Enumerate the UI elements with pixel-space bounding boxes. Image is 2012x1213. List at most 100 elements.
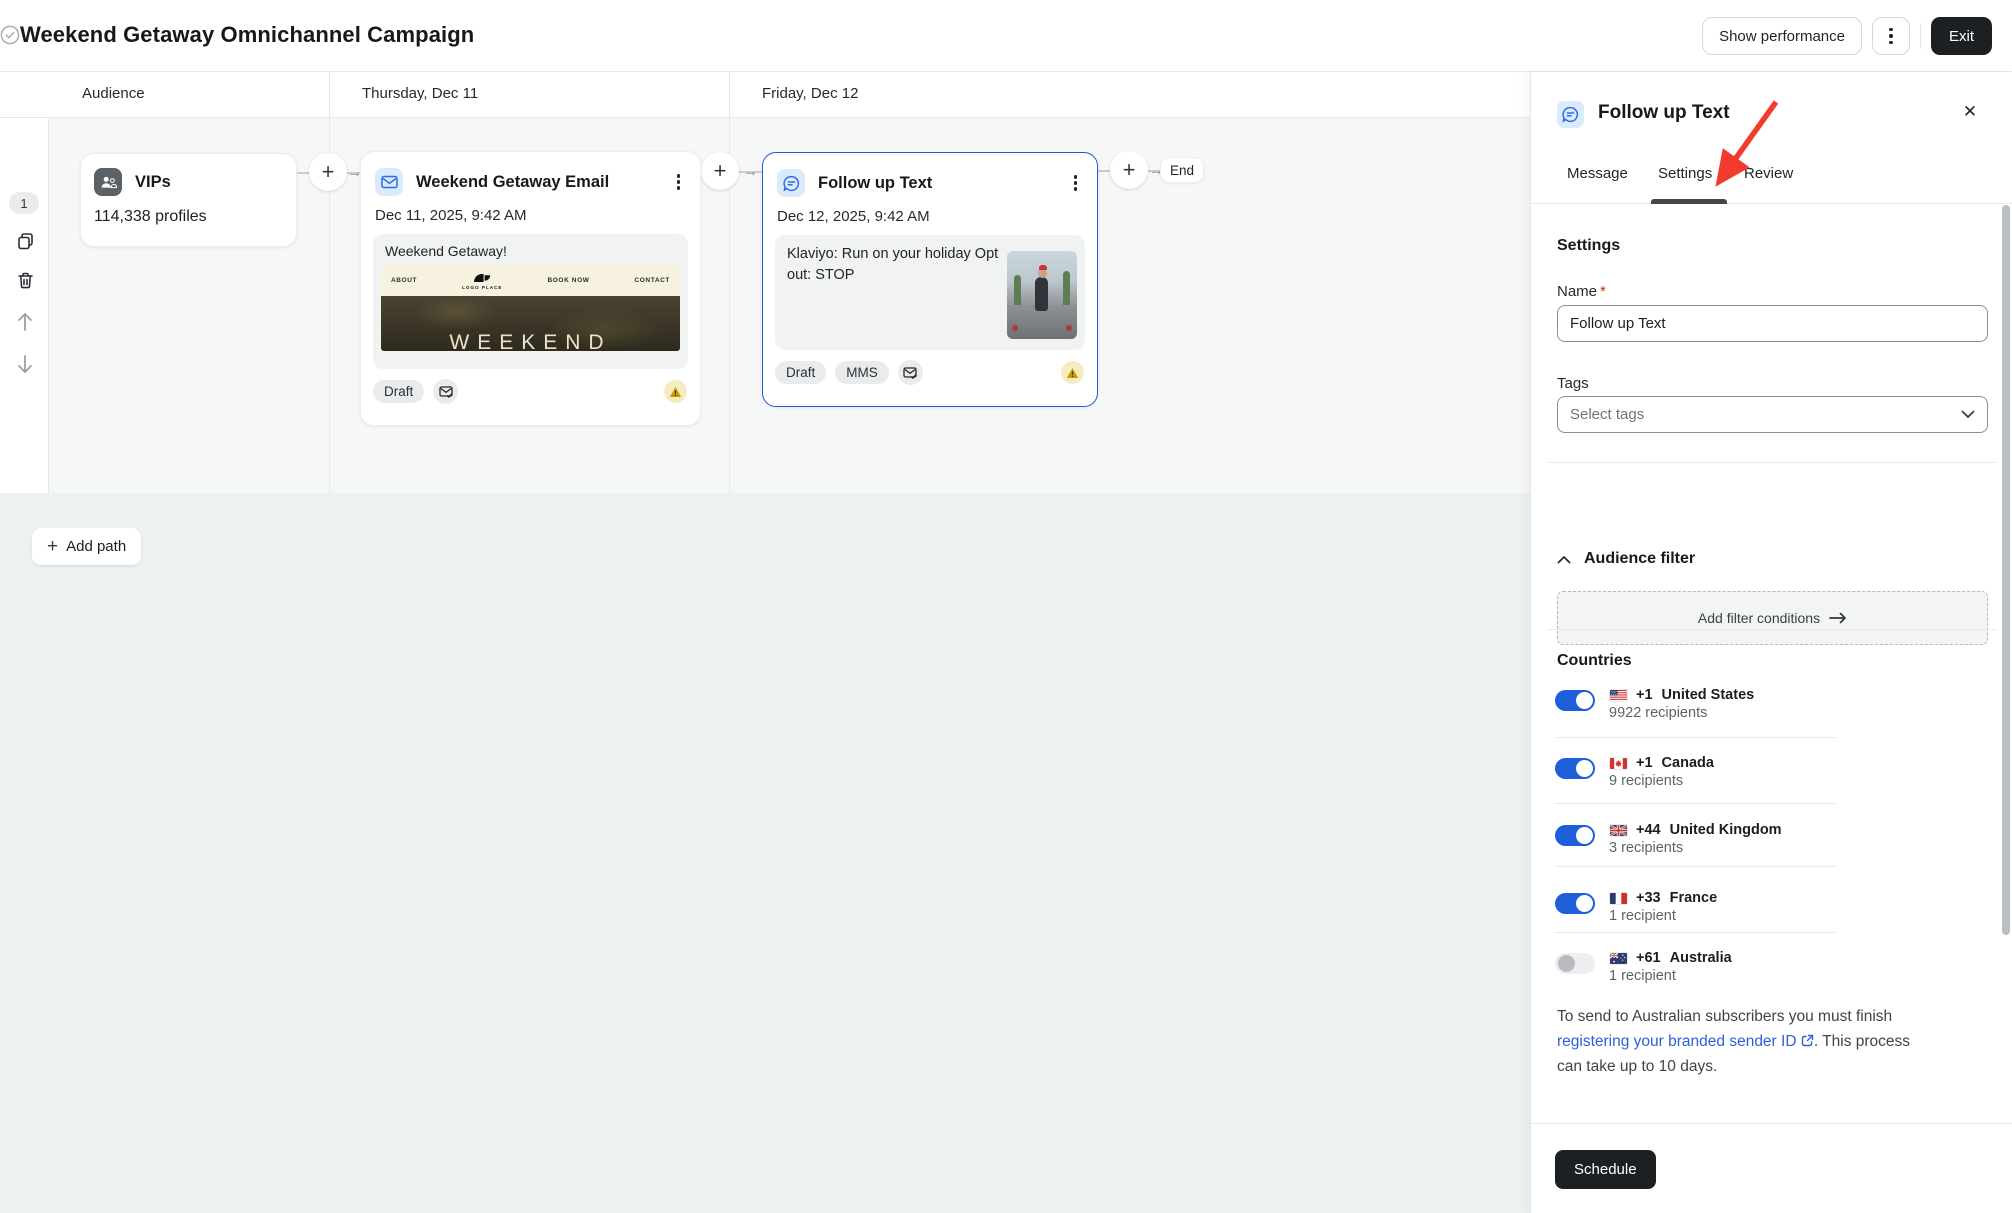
sms-warning-icon bbox=[1061, 361, 1084, 384]
mock-nav-about: ABOUT bbox=[391, 277, 417, 284]
timeline-column-headers: Audience Thursday, Dec 11 Friday, Dec 12 bbox=[0, 72, 1530, 118]
page-title: Weekend Getaway Omnichannel Campaign bbox=[20, 22, 474, 48]
mock-logo-text: LOGO PLACE bbox=[462, 285, 502, 290]
email-delivery-status-icon bbox=[433, 379, 458, 404]
country-dial: +1 bbox=[1636, 687, 1653, 703]
row-divider bbox=[1555, 932, 1836, 933]
sms-status-badge: Draft bbox=[775, 361, 826, 384]
country-toggle-france[interactable] bbox=[1555, 893, 1595, 914]
add-path-label: Add path bbox=[66, 538, 126, 555]
sms-card-title: Follow up Text bbox=[818, 174, 1057, 193]
tags-label: Tags bbox=[1557, 375, 1589, 392]
add-filter-conditions-button[interactable]: Add filter conditions bbox=[1557, 591, 1988, 645]
country-name: Canada bbox=[1662, 755, 1714, 771]
sms-message-text: Klaviyo: Run on your holiday Opt out: ST… bbox=[787, 244, 1005, 286]
email-subject: Weekend Getaway! bbox=[373, 234, 688, 265]
row-divider bbox=[1555, 866, 1836, 867]
active-tab-indicator bbox=[1651, 199, 1727, 204]
sms-icon bbox=[777, 169, 805, 197]
flag-canada bbox=[1610, 758, 1627, 769]
column-header-audience: Audience bbox=[82, 85, 145, 102]
country-toggle-australia[interactable] bbox=[1555, 953, 1595, 974]
branded-sender-id-link[interactable]: registering your branded sender ID bbox=[1557, 1033, 1797, 1050]
panel-scrollbar[interactable] bbox=[2002, 205, 2010, 935]
audience-card-vips[interactable]: VIPs 114,338 profiles bbox=[80, 153, 297, 247]
audience-profile-count: 114,338 profiles bbox=[81, 196, 296, 226]
logo-place-icon bbox=[471, 272, 493, 284]
tab-settings[interactable]: Settings bbox=[1658, 165, 1712, 182]
move-path-down-icon[interactable] bbox=[15, 354, 35, 374]
sms-card-menu-icon[interactable] bbox=[1070, 171, 1082, 195]
tab-review[interactable]: Review bbox=[1744, 165, 1793, 182]
email-hero-image: WEEKEND bbox=[381, 296, 680, 351]
sms-step-card[interactable]: Follow up Text Dec 12, 2025, 9:42 AM Kla… bbox=[762, 152, 1098, 407]
flag-united-kingdom bbox=[1610, 825, 1627, 836]
tags-select[interactable]: Select tags bbox=[1557, 396, 1988, 433]
sms-send-datetime: Dec 12, 2025, 9:42 AM bbox=[763, 197, 1097, 225]
step-settings-panel: Follow up Text ✕ Message Settings Review… bbox=[1530, 72, 2012, 1213]
flag-australia bbox=[1610, 953, 1627, 964]
column-divider bbox=[329, 72, 330, 493]
overflow-menu-button[interactable] bbox=[1872, 17, 1910, 55]
country-recipients: 9 recipients bbox=[1609, 773, 1683, 789]
country-dial: +1 bbox=[1636, 755, 1653, 771]
sms-icon bbox=[1557, 101, 1584, 128]
canvas-empty-area bbox=[0, 493, 1530, 1213]
australia-sender-note: To send to Australian subscribers you mu… bbox=[1557, 1004, 1929, 1079]
schedule-button[interactable]: Schedule bbox=[1555, 1150, 1656, 1189]
toolbar-divider bbox=[1920, 23, 1921, 49]
email-send-datetime: Dec 11, 2025, 9:42 AM bbox=[361, 196, 700, 224]
name-input[interactable] bbox=[1557, 305, 1988, 342]
move-path-up-icon[interactable] bbox=[15, 312, 35, 332]
delete-path-icon[interactable] bbox=[15, 270, 35, 290]
country-recipients: 1 recipient bbox=[1609, 908, 1676, 924]
close-icon[interactable]: ✕ bbox=[1958, 100, 1982, 124]
add-step-button[interactable]: + bbox=[701, 152, 739, 190]
country-recipients: 9922 recipients bbox=[1609, 705, 1707, 721]
audience-filter-label: Audience filter bbox=[1584, 550, 1695, 568]
row-divider bbox=[1555, 803, 1836, 804]
sms-delivery-status-icon bbox=[898, 360, 923, 385]
email-icon bbox=[375, 168, 403, 196]
country-toggle-canada[interactable] bbox=[1555, 758, 1595, 779]
country-dial: +61 bbox=[1636, 950, 1661, 966]
country-dial: +44 bbox=[1636, 822, 1661, 838]
add-step-button[interactable]: + bbox=[309, 153, 347, 191]
flag-united-states bbox=[1610, 690, 1627, 701]
email-card-title: Weekend Getaway Email bbox=[416, 173, 660, 192]
duplicate-path-icon[interactable] bbox=[15, 230, 35, 250]
exit-button[interactable]: Exit bbox=[1931, 17, 1992, 55]
email-preview: Weekend Getaway! ABOUT LOGO PLACE BOOK N… bbox=[373, 234, 688, 369]
sms-type-badge: MMS bbox=[835, 361, 889, 384]
show-performance-button[interactable]: Show performance bbox=[1702, 17, 1862, 55]
countries-heading: Countries bbox=[1557, 652, 1632, 670]
country-name: Australia bbox=[1670, 950, 1732, 966]
mms-image-thumbnail bbox=[1007, 251, 1077, 339]
sms-preview: Klaviyo: Run on your holiday Opt out: ST… bbox=[775, 235, 1085, 350]
email-warning-icon bbox=[664, 380, 687, 403]
arrow-right-icon bbox=[1829, 612, 1847, 624]
country-dial: +33 bbox=[1636, 890, 1661, 906]
row-divider bbox=[1555, 737, 1836, 738]
country-toggle-united-states[interactable] bbox=[1555, 690, 1595, 711]
add-step-button[interactable]: + bbox=[1110, 151, 1148, 189]
panel-title: Follow up Text bbox=[1598, 102, 1730, 124]
flag-france bbox=[1610, 893, 1627, 904]
panel-tabs: Message Settings Review bbox=[1531, 165, 2012, 204]
mock-nav-book-now: BOOK NOW bbox=[547, 277, 589, 284]
settings-heading: Settings bbox=[1557, 237, 1620, 255]
country-name: United Kingdom bbox=[1670, 822, 1782, 838]
country-toggle-united-kingdom[interactable] bbox=[1555, 825, 1595, 846]
add-path-button[interactable]: + Add path bbox=[32, 528, 141, 565]
tab-message[interactable]: Message bbox=[1567, 165, 1628, 182]
chevron-up-icon bbox=[1557, 555, 1571, 564]
country-name: France bbox=[1670, 890, 1718, 906]
email-mock-render: ABOUT LOGO PLACE BOOK NOW CONTACT WEEKEN… bbox=[381, 265, 680, 351]
section-divider bbox=[1547, 629, 1997, 630]
note-text: To send to Australian subscribers you mu… bbox=[1557, 1008, 1892, 1025]
tags-placeholder: Select tags bbox=[1570, 406, 1961, 423]
email-card-menu-icon[interactable] bbox=[673, 170, 685, 194]
email-step-card[interactable]: Weekend Getaway Email Dec 11, 2025, 9:42… bbox=[360, 151, 701, 426]
audience-filter-header[interactable]: Audience filter bbox=[1557, 550, 1695, 568]
column-header-day1: Thursday, Dec 11 bbox=[362, 85, 478, 102]
